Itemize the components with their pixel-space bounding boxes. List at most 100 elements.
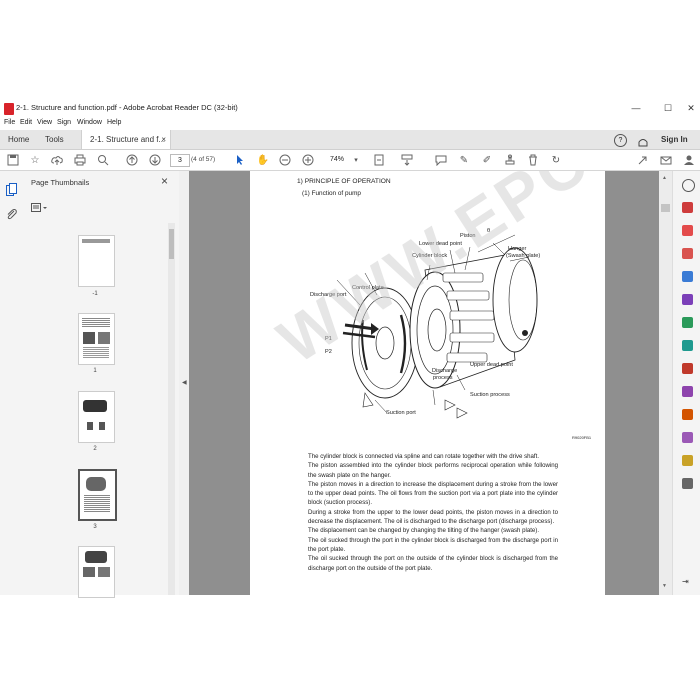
print-icon[interactable] [73,153,87,167]
tab-tools[interactable]: Tools [45,130,64,149]
subsection-heading: (1) Function of pump [302,190,361,197]
label-swash-plate: (Swash plate) [506,253,541,259]
export-pdf-icon[interactable] [682,202,693,213]
thumbnail-page-1[interactable] [78,313,115,365]
protect-icon[interactable] [682,386,693,397]
organize-pages-icon[interactable] [682,317,693,328]
menu-edit[interactable]: Edit [20,119,32,126]
zoom-in-icon[interactable] [301,153,315,167]
menu-window[interactable]: Window [77,119,102,126]
label-discharge: Discharge [432,368,458,374]
menu-view[interactable]: View [37,119,52,126]
tab-document[interactable]: 2-1. Structure and f... × [81,130,171,149]
rotate-icon[interactable]: ↻ [549,153,563,167]
minimize-button[interactable]: — [630,103,642,113]
stamp-tool-icon[interactable] [682,455,693,466]
scrolling-mode-icon[interactable] [400,153,414,167]
fit-page-icon[interactable] [372,153,386,167]
share-icon[interactable] [636,153,650,167]
zoom-dropdown-chevron-icon[interactable]: ▾ [349,153,363,167]
tab-close-button[interactable]: × [161,130,166,149]
label-suction-process: Suction process [470,392,510,398]
scroll-down-arrow-icon[interactable]: ▼ [662,583,667,589]
next-page-icon[interactable] [148,153,162,167]
create-pdf-icon[interactable] [682,225,693,236]
thumbnail-options-icon[interactable] [31,200,47,212]
section-heading: 1) PRINCIPLE OF OPERATION [297,178,391,185]
thumbnail-page-2[interactable] [78,391,115,443]
select-cursor-icon[interactable] [233,153,247,167]
expand-panel-icon[interactable]: ⇥ [682,576,693,587]
zoom-out-icon[interactable] [278,153,292,167]
paragraph: The oil sucked through the port in the c… [308,536,558,553]
thumbnail-label: 2 [93,446,97,452]
previous-page-icon[interactable] [125,153,139,167]
menu-file[interactable]: File [4,119,15,126]
scroll-up-arrow-icon[interactable]: ▲ [662,175,667,181]
title-bar: 2-1. Structure and function.pdf - Adobe … [0,100,700,119]
panel-collapse-strip[interactable]: ◀ [179,171,189,595]
bookmark-star-icon[interactable]: ☆ [28,153,42,167]
acrobat-app-icon [4,103,14,115]
label-upper-dead-point: Upper dead point [470,362,513,368]
paragraph: The cylinder block is connected via spli… [308,453,540,460]
search-icon[interactable] [96,153,110,167]
collapse-left-arrow-icon[interactable]: ◀ [182,379,187,386]
search-tool-icon[interactable] [682,179,695,192]
document-viewer[interactable]: 1) PRINCIPLE OF OPERATION (1) Function o… [189,171,659,595]
upload-cloud-icon[interactable] [50,153,64,167]
thumbnail-page-minus-1[interactable] [78,235,115,287]
tab-home[interactable]: Home [8,130,29,149]
thumbnails-panel-title: Page Thumbnails [31,178,90,187]
pdf-page: 1) PRINCIPLE OF OPERATION (1) Function o… [250,171,659,595]
thumbnail-page-4[interactable] [78,546,115,598]
tab-document-label: 2-1. Structure and f... [90,135,166,144]
combine-files-icon[interactable] [682,294,693,305]
paragraph: The piston assembled into the cylinder b… [308,462,558,479]
email-icon[interactable] [659,153,673,167]
label-suction-port: Suction port [386,410,416,416]
tab-bar: Home Tools 2-1. Structure and f... × ? S… [0,130,700,150]
page-thumbnails-panel: Page Thumbnails × -1 1 2 3 [23,171,180,598]
draw-icon[interactable]: ✐ [480,153,494,167]
zoom-level-select[interactable]: 74% [324,154,350,165]
send-for-signature-icon[interactable] [682,432,693,443]
paragraph: The displacement can be changed by chang… [308,527,540,535]
hand-tool-icon[interactable]: ✋ [256,153,270,167]
save-icon[interactable] [6,153,20,167]
delete-icon[interactable] [526,153,540,167]
share-people-icon[interactable] [682,153,696,167]
thumbnail-label: 3 [93,524,97,530]
thumbnail-scrollbar[interactable] [168,223,175,595]
document-scrollbar[interactable]: ▲ ▼ [659,171,672,595]
menu-sign[interactable]: Sign [57,119,71,126]
notifications-icon[interactable] [637,135,649,147]
label-hanger: Hanger [508,246,527,252]
help-icon[interactable]: ? [614,134,627,147]
attachments-icon[interactable] [6,207,17,220]
edit-pdf-icon[interactable] [682,248,693,259]
page-number-input[interactable]: 3 [170,154,190,167]
comment-icon[interactable] [434,153,448,167]
close-window-button[interactable]: ✕ [685,103,697,114]
fill-sign-icon[interactable] [682,363,693,374]
comment-tool-icon[interactable] [682,271,693,282]
more-tools-icon[interactable] [682,478,693,489]
stamp-icon[interactable] [503,153,517,167]
window-title: 2-1. Structure and function.pdf - Adobe … [16,103,238,112]
highlight-pen-icon[interactable]: ✎ [457,153,471,167]
scrollbar-thumb[interactable] [661,204,670,212]
sign-in-button[interactable]: Sign In [661,130,688,149]
maximize-button[interactable]: ☐ [662,103,674,114]
close-panel-button[interactable]: × [161,174,168,188]
left-navigation-rail [0,171,24,595]
page-thumbnails-icon[interactable] [6,183,17,196]
paragraph: The piston moves in a direction to incre… [308,480,558,507]
paragraph: The oil sucked through the port on the o… [308,555,558,572]
menu-bar: File Edit View Sign Window Help [0,119,700,130]
paragraph: During a stroke from the upper to the lo… [308,508,558,526]
scan-ocr-icon[interactable] [682,340,693,351]
prepare-form-icon[interactable] [682,409,693,420]
thumbnail-page-3-selected[interactable] [78,469,117,521]
menu-help[interactable]: Help [107,119,121,126]
